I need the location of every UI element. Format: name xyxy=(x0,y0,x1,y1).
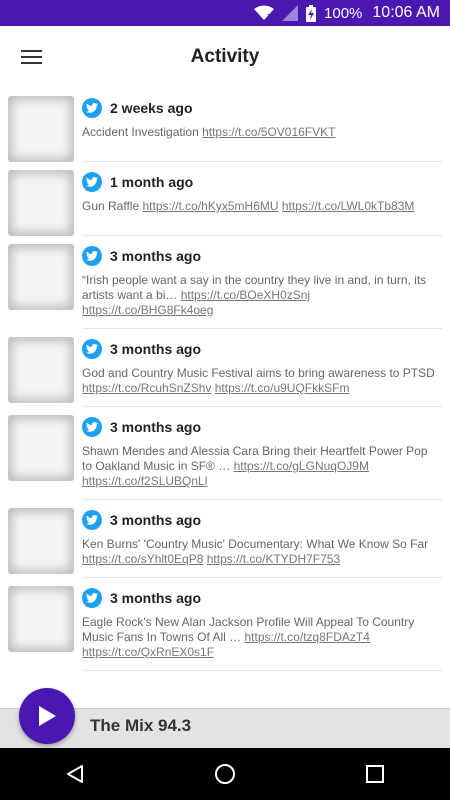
post-thumbnail xyxy=(8,508,74,574)
post-text-body: God and Country Music Festival aims to b… xyxy=(82,366,435,380)
list-item[interactable]: 1 month ago Gun Raffle https://t.co/hKyx… xyxy=(0,162,450,236)
battery-level: 100% xyxy=(324,4,363,22)
post-time: 3 months ago xyxy=(110,419,202,435)
post-content: 3 months ago Shawn Mendes and Alessia Ca… xyxy=(82,415,442,500)
post-link[interactable]: https://t.co/u9UQFkkSFm xyxy=(215,381,350,395)
post-text: God and Country Music Festival aims to b… xyxy=(82,366,442,396)
post-text: Gun Raffle https://t.co/hKyx5mH6MU https… xyxy=(82,199,442,214)
app-bar: Activity xyxy=(0,26,450,88)
status-bar: ? 100% 10:06 AM xyxy=(0,0,450,26)
post-link[interactable]: https://t.co/5OV016FVKT xyxy=(202,125,335,139)
page-title: Activity xyxy=(190,46,260,67)
post-time: 3 months ago xyxy=(110,512,202,528)
post-text-body: Gun Raffle xyxy=(82,199,143,213)
post-time: 2 weeks ago xyxy=(110,100,193,116)
list-item[interactable]: 3 months ago Ken Burns' 'Country Music' … xyxy=(0,500,450,578)
activity-feed[interactable]: 2 weeks ago Accident Investigation https… xyxy=(0,88,450,708)
list-item[interactable]: 3 months ago Eagle Rock's New Alan Jacks… xyxy=(0,578,450,671)
back-button[interactable] xyxy=(45,748,105,800)
clock: 10:06 AM xyxy=(372,4,440,21)
post-text: “Irish people want a say in the country … xyxy=(82,273,442,318)
play-button[interactable] xyxy=(19,688,75,744)
twitter-icon xyxy=(82,588,102,608)
post-thumbnail xyxy=(8,244,74,310)
list-item[interactable]: 2 weeks ago Accident Investigation https… xyxy=(0,88,450,162)
post-thumbnail xyxy=(8,96,74,162)
home-icon xyxy=(215,764,235,784)
twitter-icon xyxy=(82,417,102,437)
post-content: 3 months ago Ken Burns' 'Country Music' … xyxy=(82,508,442,578)
twitter-icon xyxy=(82,510,102,530)
menu-button[interactable] xyxy=(0,26,62,88)
system-nav-bar xyxy=(0,748,450,800)
post-text: Eagle Rock's New Alan Jackson Profile Wi… xyxy=(82,615,442,660)
post-text-body: Ken Burns' 'Country Music' Documentary: … xyxy=(82,537,429,551)
post-link[interactable]: https://t.co/LWL0kTb83M xyxy=(282,199,415,213)
list-item[interactable]: 3 months ago Shawn Mendes and Alessia Ca… xyxy=(0,407,450,500)
signal-icon xyxy=(282,5,299,21)
post-time: 1 month ago xyxy=(110,174,194,190)
post-text: Ken Burns' 'Country Music' Documentary: … xyxy=(82,537,442,567)
post-meta: 3 months ago xyxy=(82,416,442,438)
post-text-body: Accident Investigation xyxy=(82,125,203,139)
twitter-icon xyxy=(82,339,102,359)
post-meta: 2 weeks ago xyxy=(82,97,442,119)
twitter-icon xyxy=(82,246,102,266)
post-text: Accident Investigation https://t.co/5OV0… xyxy=(82,125,442,140)
post-link[interactable]: https://t.co/tzq8FDAzT4 xyxy=(245,630,370,644)
post-time: 3 months ago xyxy=(110,248,202,264)
post-content: 3 months ago “Irish people want a say in… xyxy=(82,244,442,329)
post-link[interactable]: https://t.co/f2SLUBQnLl xyxy=(82,474,207,488)
wifi-icon: ? xyxy=(254,5,275,21)
post-thumbnail xyxy=(8,586,74,652)
post-time: 3 months ago xyxy=(110,341,202,357)
post-link[interactable]: https://t.co/sYhlt0EqP8 xyxy=(82,552,203,566)
twitter-icon xyxy=(82,172,102,192)
post-content: 3 months ago Eagle Rock's New Alan Jacks… xyxy=(82,586,442,671)
post-meta: 3 months ago xyxy=(82,338,442,360)
post-link[interactable]: https://t.co/QxRnEX0s1F xyxy=(82,645,214,659)
svg-text:?: ? xyxy=(267,13,271,21)
post-meta: 1 month ago xyxy=(82,171,442,193)
post-link[interactable]: https://t.co/RcuhSnZShv xyxy=(82,381,211,395)
post-meta: 3 months ago xyxy=(82,587,442,609)
battery-icon xyxy=(306,4,317,22)
post-meta: 3 months ago xyxy=(82,245,442,267)
post-time: 3 months ago xyxy=(110,590,202,606)
post-link[interactable]: https://t.co/BOeXH0zSnj xyxy=(181,288,310,302)
recents-icon xyxy=(366,765,384,783)
post-thumbnail xyxy=(8,415,74,481)
recents-button[interactable] xyxy=(345,748,405,800)
post-thumbnail xyxy=(8,337,74,403)
post-content: 2 weeks ago Accident Investigation https… xyxy=(82,96,442,162)
post-content: 3 months ago God and Country Music Festi… xyxy=(82,337,442,407)
home-button[interactable] xyxy=(195,748,255,800)
list-item[interactable]: 3 months ago “Irish people want a say in… xyxy=(0,236,450,329)
back-icon xyxy=(67,765,83,783)
station-name: The Mix 94.3 xyxy=(90,716,192,735)
post-content: 1 month ago Gun Raffle https://t.co/hKyx… xyxy=(82,170,442,236)
post-meta: 3 months ago xyxy=(82,509,442,531)
twitter-icon xyxy=(82,98,102,118)
post-link[interactable]: https://t.co/gLGNuqOJ9M xyxy=(234,459,369,473)
post-link[interactable]: https://t.co/hKyx5mH6MU xyxy=(142,199,278,213)
list-item[interactable]: 3 months ago God and Country Music Festi… xyxy=(0,329,450,407)
post-thumbnail xyxy=(8,170,74,236)
post-link[interactable]: https://t.co/KTYDH7F753 xyxy=(207,552,340,566)
hamburger-icon xyxy=(20,46,42,68)
post-text: Shawn Mendes and Alessia Cara Bring thei… xyxy=(82,444,442,489)
post-link[interactable]: https://t.co/BHG8Fk4oeg xyxy=(82,303,213,317)
play-icon xyxy=(39,706,56,726)
